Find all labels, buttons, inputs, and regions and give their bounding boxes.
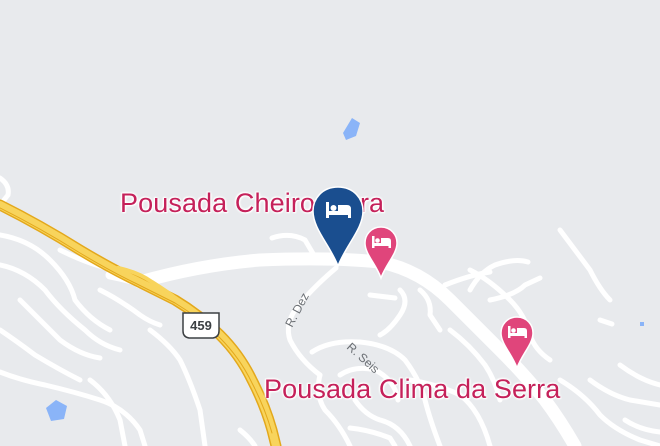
poi-pin-pousada-cheiro[interactable] [364,226,398,281]
map-canvas[interactable]: R. Dez R. Seis 459 Pousada Cheiro Terra … [0,0,660,446]
selected-pin-pousada-cheiro[interactable] [312,186,364,269]
marker-layer [312,186,534,371]
poi-pin-pousada-clima[interactable] [500,316,534,371]
